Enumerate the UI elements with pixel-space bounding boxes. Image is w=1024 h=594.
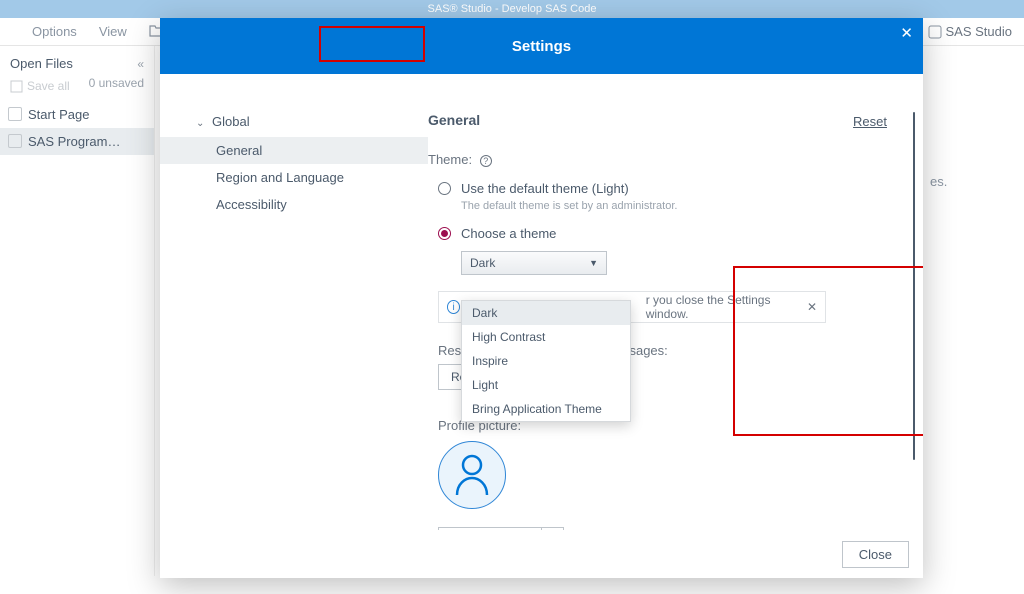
theme-option-dark[interactable]: Dark [462, 301, 630, 325]
dismiss-icon[interactable]: ✕ [807, 300, 817, 314]
radio-default-label: Use the default theme (Light) [461, 181, 629, 196]
settings-header: Settings ✕ [160, 18, 923, 74]
collapse-icon[interactable]: « [137, 57, 144, 71]
nav-item-accessibility[interactable]: Accessibility [160, 191, 428, 218]
radio-icon-selected [438, 227, 451, 240]
unsaved-count: 0 unsaved [89, 76, 144, 90]
default-theme-note: The default theme is set by an administr… [461, 200, 895, 212]
theme-select[interactable]: Dark ▼ [461, 251, 607, 275]
choose-picture-caret[interactable]: ▼ [542, 527, 564, 530]
radio-icon [438, 182, 451, 195]
menu-view[interactable]: View [99, 24, 127, 39]
reset-link[interactable]: Reset [853, 114, 887, 129]
file-icon [8, 107, 22, 121]
settings-title: Settings [512, 38, 571, 55]
nav-item-general[interactable]: General [160, 137, 428, 164]
open-file-start-page[interactable]: Start Page [0, 101, 154, 128]
open-files-panel: Open Files « Save all 0 unsaved Start Pa… [0, 46, 155, 576]
theme-option-inspire[interactable]: Inspire [462, 349, 630, 373]
scrollbar[interactable] [913, 112, 915, 460]
radio-default-theme[interactable]: Use the default theme (Light) [438, 181, 895, 196]
tab-sas-studio[interactable]: SAS Studio [928, 24, 1013, 39]
settings-footer: Close [160, 530, 923, 578]
theme-option-light[interactable]: Light [462, 373, 630, 397]
avatar[interactable] [438, 441, 506, 509]
menu-options[interactable]: Options [32, 24, 77, 39]
save-all-button[interactable]: Save all [10, 79, 70, 93]
file-icon [8, 134, 22, 148]
background-text: es. [930, 46, 1024, 186]
close-button[interactable]: Close [842, 541, 909, 568]
open-files-header: Open Files [10, 56, 73, 71]
theme-label: Theme: [428, 152, 472, 167]
nav-group-global[interactable]: ⌄ Global [160, 114, 428, 129]
chevron-down-icon: ⌄ [196, 118, 204, 129]
theme-option-bring-app-theme[interactable]: Bring Application Theme [462, 397, 630, 421]
settings-content: General Reset Theme: ? Use the default t… [428, 74, 923, 530]
app-titlebar: SAS® Studio - Develop SAS Code [0, 0, 1024, 18]
radio-choose-label: Choose a theme [461, 226, 556, 241]
info-icon[interactable]: ? [480, 155, 492, 167]
theme-option-high-contrast[interactable]: High Contrast [462, 325, 630, 349]
chevron-down-icon: ▼ [589, 258, 598, 268]
settings-nav: ⌄ Global General Region and Language Acc… [160, 74, 428, 530]
info-message-text: r you close the Settings window. [646, 293, 807, 321]
user-icon [453, 453, 491, 497]
radio-choose-theme[interactable]: Choose a theme [438, 226, 895, 241]
choose-picture-button[interactable]: Choose Picture [438, 527, 542, 530]
info-icon: i [447, 300, 460, 314]
section-header-general: General [428, 112, 895, 128]
nav-item-region-language[interactable]: Region and Language [160, 164, 428, 191]
close-icon[interactable]: ✕ [900, 24, 913, 42]
settings-modal: Settings ✕ ⌄ Global General Region and L… [160, 18, 923, 578]
theme-dropdown[interactable]: Dark High Contrast Inspire Light Bring A… [461, 300, 631, 422]
open-file-sas-program[interactable]: SAS Program… [0, 128, 154, 155]
